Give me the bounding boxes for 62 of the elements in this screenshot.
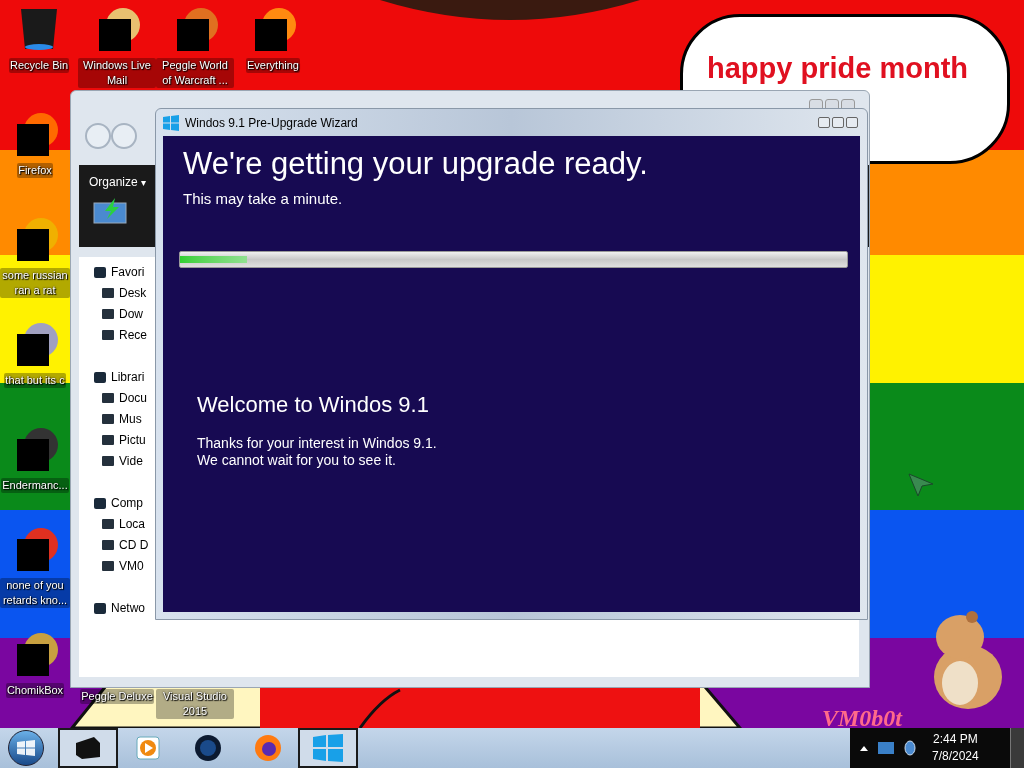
speaker-icon[interactable] [904,740,916,756]
clock-time[interactable]: 2:44 PM [933,731,978,748]
windows-logo-icon [17,740,35,756]
icon-label: Peggle World of Warcraft ... [156,58,234,88]
drive-icon [101,432,115,447]
drive-icon [101,285,115,300]
icon-label: none of you retards kno... [0,578,70,608]
drive-icon [101,516,115,531]
icon-label: ChomikBox [5,683,65,698]
maximize-button[interactable] [832,117,844,128]
nav-item[interactable]: Comp [93,492,143,513]
nav-item[interactable]: VM0 [93,555,144,576]
globe-icon [194,734,222,762]
icon-label: Windows Live Mail [78,58,156,88]
nav-item[interactable]: Vide [93,450,143,471]
wallpaper-text: VM0b0t [822,704,902,733]
taskbar-button[interactable] [298,728,358,768]
show-desktop-button[interactable] [1010,728,1024,768]
icon-label: Visual Studio 2015 [156,689,234,719]
nav-item[interactable]: Loca [93,513,146,534]
welcome-text: We cannot wait for you to see it. [197,451,397,469]
windows-logo-icon [163,114,179,131]
window-title: Windos 9.1 Pre-Upgrade Wizard [185,114,358,132]
play-icon [136,736,160,760]
nav-item[interactable]: Librari [93,366,145,387]
windows-logo-icon [313,734,343,762]
nav-item[interactable]: Desk [93,282,147,303]
icon-label: Firefox [17,163,53,178]
close-button[interactable] [846,117,858,128]
nav-item[interactable]: Favori [93,261,145,282]
nav-item[interactable]: Netwo [93,597,145,618]
drive-icon [101,537,115,552]
drive-icon [101,453,115,468]
nav-item[interactable]: CD D [93,534,149,555]
welcome-heading: Welcome to Windos 9.1 [197,390,430,419]
nav-item[interactable]: Dow [93,303,143,324]
icon-label: Endermanc... [1,478,69,493]
organize-button[interactable]: Organize ▾ [89,173,146,191]
drive-icon [101,390,115,405]
nav-item[interactable]: Rece [93,324,147,345]
wizard-subheading: This may take a minute. [183,189,344,209]
firefox-icon [254,734,282,762]
bubble-text: happy pride month [707,51,968,86]
icon-label: some russian ran a rat [0,268,70,298]
start-button[interactable] [8,730,44,766]
taskbar-button[interactable] [58,728,118,768]
welcome-text: Thanks for your interest in Windos 9.1. [197,434,438,452]
drive-icon [101,411,115,426]
cursor-icon [908,473,934,497]
icon-label: Recycle Bin [8,58,70,73]
clock-date[interactable]: 7/8/2024 [932,748,979,765]
drive-icon [101,306,115,321]
icon-label: that but its c [4,373,66,388]
minimize-button[interactable] [818,117,830,128]
nav-item[interactable]: Docu [93,387,147,408]
wizard-heading: We're getting your upgrade ready. [183,145,649,183]
show-hidden-icons-icon[interactable] [860,745,868,751]
drive-icon [101,327,115,342]
icon-label: Everything [246,58,300,73]
nav-item[interactable]: Pictu [93,429,146,450]
drive-icon [101,558,115,573]
nav-item[interactable]: Mus [93,408,142,429]
